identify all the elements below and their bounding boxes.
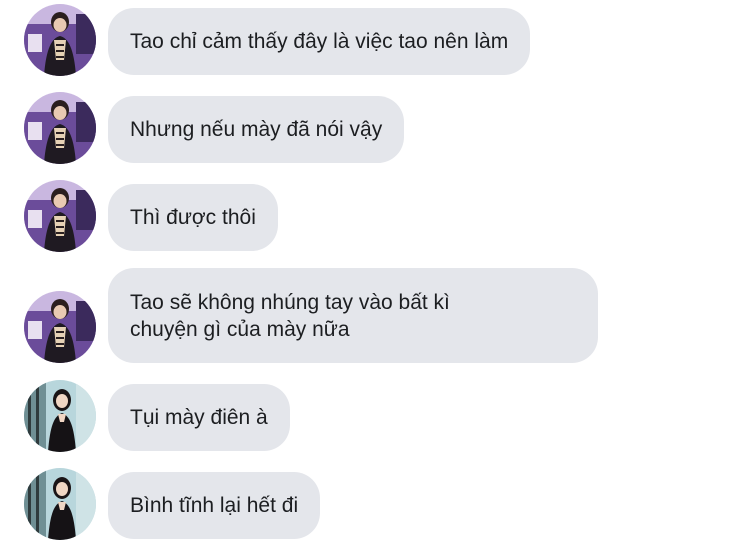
avatar-girl-2[interactable] xyxy=(24,468,96,540)
message-text: Thì được thôi xyxy=(130,206,256,229)
message-text: Tao chỉ cảm thấy đây là việc tao nên làm xyxy=(130,30,509,53)
message-bubble[interactable]: Nhưng nếu mày đã nói vậy xyxy=(108,96,405,163)
message-bubble[interactable]: Tụi mày điên à xyxy=(108,384,290,451)
avatar-boy-1[interactable] xyxy=(24,4,96,76)
message-text: Bình tĩnh lại hết đi xyxy=(130,494,299,517)
avatar-boy-4[interactable] xyxy=(24,291,96,363)
message-bubble[interactable]: Tao sẽ không nhúng tay vào bất kì chuyện… xyxy=(108,268,598,363)
message-bubble[interactable]: Tao chỉ cảm thấy đây là việc tao nên làm xyxy=(108,8,531,75)
avatar-boy-3[interactable] xyxy=(24,180,96,252)
message-bubble[interactable]: Bình tĩnh lại hết đi xyxy=(108,472,321,539)
message-text: Tao sẽ không nhúng tay vào bất kì chuyện… xyxy=(130,290,450,341)
message-bubble[interactable]: Thì được thôi xyxy=(108,184,278,251)
avatar-boy-2[interactable] xyxy=(24,92,96,164)
avatar-girl-1[interactable] xyxy=(24,380,96,452)
message-text: Tụi mày điên à xyxy=(130,406,268,429)
message-text: Nhưng nếu mày đã nói vậy xyxy=(130,118,383,141)
